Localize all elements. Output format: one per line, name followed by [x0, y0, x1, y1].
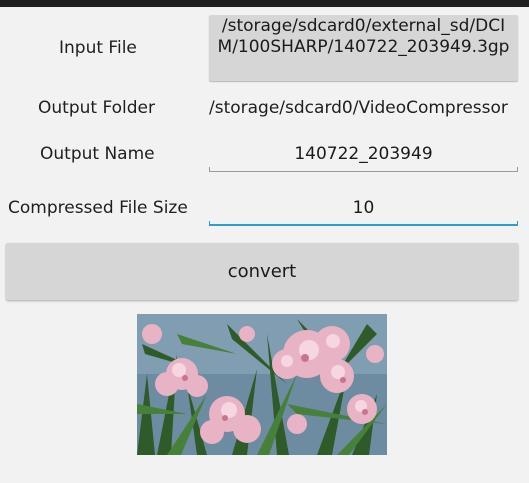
output-name-label: Output Name: [40, 144, 155, 164]
output-name-text: 140722_203949: [294, 144, 433, 164]
output-name-tick-right: [517, 167, 518, 172]
convert-button[interactable]: convert: [6, 243, 518, 300]
compressed-size-tick-right: [517, 221, 518, 226]
output-folder-value: /storage/sdcard0/VideoCompressor: [209, 98, 508, 118]
compressed-size-tick-left: [209, 221, 210, 226]
thumbnail-image: [137, 314, 387, 455]
compressed-size-text: 10: [352, 198, 375, 218]
status-bar: [0, 0, 529, 7]
output-name-field[interactable]: 140722_203949: [209, 142, 518, 172]
input-file-label: Input File: [59, 38, 137, 58]
compressed-size-underline: [209, 224, 518, 226]
output-name-tick-left: [209, 167, 210, 172]
compressed-size-label: Compressed File Size: [8, 198, 188, 218]
video-thumbnail: [137, 314, 387, 455]
output-folder-label: Output Folder: [38, 98, 155, 118]
compressed-size-field[interactable]: 10: [209, 196, 518, 226]
output-name-underline: [209, 171, 518, 172]
input-file-button[interactable]: /storage/sdcard0/external_sd/DCIM/100SHA…: [209, 15, 518, 81]
